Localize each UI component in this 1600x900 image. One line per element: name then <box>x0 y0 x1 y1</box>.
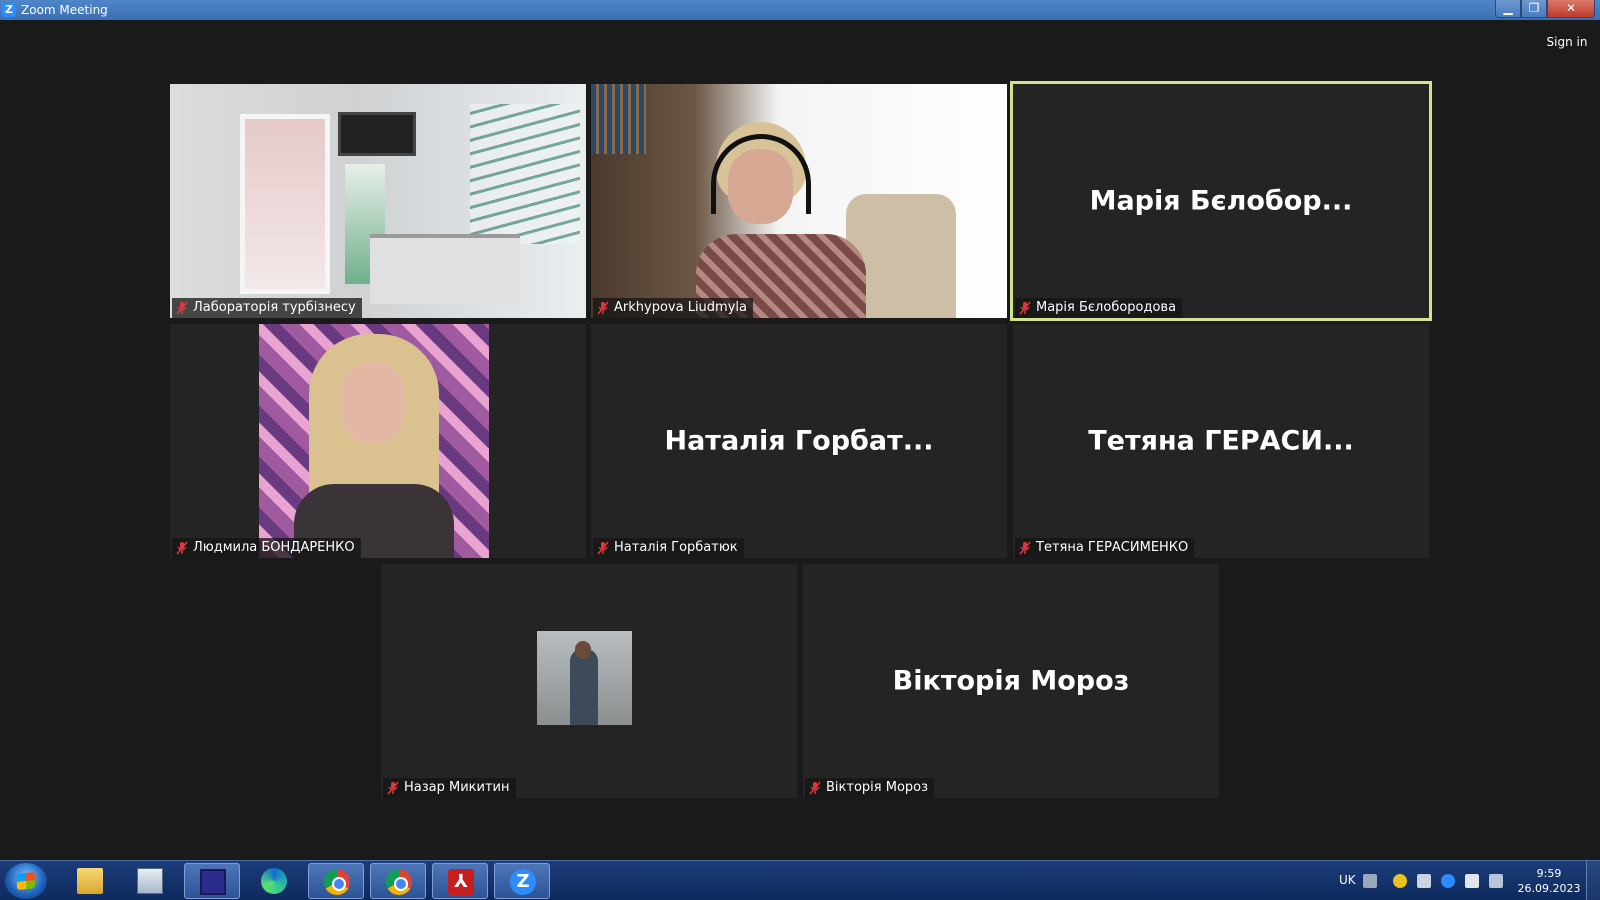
muted-mic-icon <box>597 541 609 555</box>
windows-logo-icon <box>17 872 35 890</box>
participant-video <box>170 84 586 318</box>
taskbar-save-button[interactable] <box>184 863 240 899</box>
participant-name-label: Назар Микитин <box>383 778 516 798</box>
participant-name-label: Марія Бєлобородова <box>1015 298 1183 318</box>
start-button[interactable] <box>5 863 47 899</box>
participant-tile[interactable]: Тетяна ГЕРАСИ... Тетяна ГЕРАСИМЕНКО <box>1013 324 1429 558</box>
participant-profile-photo <box>537 631 632 725</box>
participant-name: Тетяна ГЕРАСИМЕНКО <box>1036 540 1189 555</box>
folder-icon <box>77 868 103 894</box>
acrobat-icon: ⅄ <box>448 869 474 895</box>
participant-name-label: Лабораторія турбізнесу <box>172 298 362 318</box>
taskbar-edge-button[interactable] <box>246 863 302 899</box>
network-icon[interactable] <box>1489 874 1503 888</box>
language-indicator[interactable]: UK <box>1339 873 1356 887</box>
participant-name: Вікторія Мороз <box>826 780 929 795</box>
taskbar-zoom-button[interactable]: Z <box>494 863 550 899</box>
show-desktop-button[interactable] <box>1586 861 1600 900</box>
muted-mic-icon <box>1019 301 1031 315</box>
participant-tile[interactable]: Лабораторія турбізнесу <box>170 84 586 318</box>
floppy-disk-icon <box>200 869 226 895</box>
muted-mic-icon <box>809 781 821 795</box>
zoom-tray-icon[interactable] <box>1441 874 1455 888</box>
participant-name: Назар Микитин <box>404 780 510 795</box>
participant-tile[interactable]: Arkhypova Liudmyla <box>591 84 1007 318</box>
participant-tile-active-speaker[interactable]: Марія Бєлобор... Марія Бєлобородова <box>1010 81 1432 321</box>
clock-date: 26.09.2023 <box>1517 882 1581 895</box>
muted-mic-icon <box>597 301 609 315</box>
chrome-icon <box>324 869 350 895</box>
muted-mic-icon <box>387 781 399 795</box>
edge-icon <box>261 868 287 894</box>
zoom-logo-icon: Z <box>2 3 16 17</box>
participant-name: Лабораторія турбізнесу <box>193 300 356 315</box>
participant-display-name: Вікторія Мороз <box>892 665 1130 697</box>
participant-tile[interactable]: Назар Микитин <box>381 564 797 798</box>
participant-name-label: Тетяна ГЕРАСИМЕНКО <box>1015 538 1195 558</box>
participant-profile-photo <box>259 324 489 558</box>
participant-name: Наталія Горбатюк <box>614 540 738 555</box>
muted-mic-icon <box>176 301 188 315</box>
calculator-icon <box>137 868 163 894</box>
maximize-button[interactable]: ❐ <box>1521 0 1547 18</box>
taskbar-acrobat-button[interactable]: ⅄ <box>432 863 488 899</box>
participant-tile[interactable]: Вікторія Мороз Вікторія Мороз <box>803 564 1219 798</box>
taskbar-chrome-button-2[interactable] <box>370 863 426 899</box>
clock-time: 9:59 <box>1536 867 1562 880</box>
taskbar-explorer-button[interactable] <box>62 863 118 899</box>
volume-icon[interactable] <box>1417 874 1431 888</box>
close-button[interactable]: ✕ <box>1547 0 1595 18</box>
window-title: Zoom Meeting <box>21 3 108 17</box>
participant-name: Arkhypova Liudmyla <box>614 300 747 315</box>
flag-icon[interactable] <box>1465 874 1479 888</box>
participant-name: Марія Бєлобородова <box>1036 300 1177 315</box>
minimize-button[interactable]: ▁ <box>1495 0 1521 18</box>
participant-name-label: Вікторія Мороз <box>805 778 935 798</box>
participant-name-label: Людмила БОНДАРЕНКО <box>172 538 361 558</box>
keyboard-icon[interactable] <box>1363 874 1377 888</box>
participant-name-label: Arkhypova Liudmyla <box>593 298 753 318</box>
muted-mic-icon <box>176 541 188 555</box>
participant-video <box>591 84 1007 318</box>
participant-name: Людмила БОНДАРЕНКО <box>193 540 355 555</box>
taskbar-calculator-button[interactable] <box>122 863 178 899</box>
chrome-icon <box>386 869 412 895</box>
participant-name-label: Наталія Горбатюк <box>593 538 744 558</box>
window-titlebar: Z Zoom Meeting ▁ ❐ ✕ <box>0 0 1600 20</box>
sign-in-button[interactable]: Sign in <box>1540 32 1594 52</box>
participant-tile[interactable]: Наталія Горбат... Наталія Горбатюк <box>591 324 1007 558</box>
taskbar-chrome-button[interactable] <box>308 863 364 899</box>
zoom-icon: Z <box>510 869 536 895</box>
muted-mic-icon <box>1019 541 1031 555</box>
participant-display-name: Наталія Горбат... <box>664 425 934 457</box>
participant-display-name: Тетяна ГЕРАСИ... <box>1088 425 1354 457</box>
taskbar-clock[interactable]: 9:59 26.09.2023 <box>1515 866 1583 896</box>
participant-display-name: Марія Бєлобор... <box>1089 185 1353 217</box>
windows-taskbar: ⅄ Z UK 9:59 26.09.2023 <box>0 860 1600 900</box>
participant-tile[interactable]: Людмила БОНДАРЕНКО <box>170 324 586 558</box>
security-icon[interactable] <box>1393 874 1407 888</box>
